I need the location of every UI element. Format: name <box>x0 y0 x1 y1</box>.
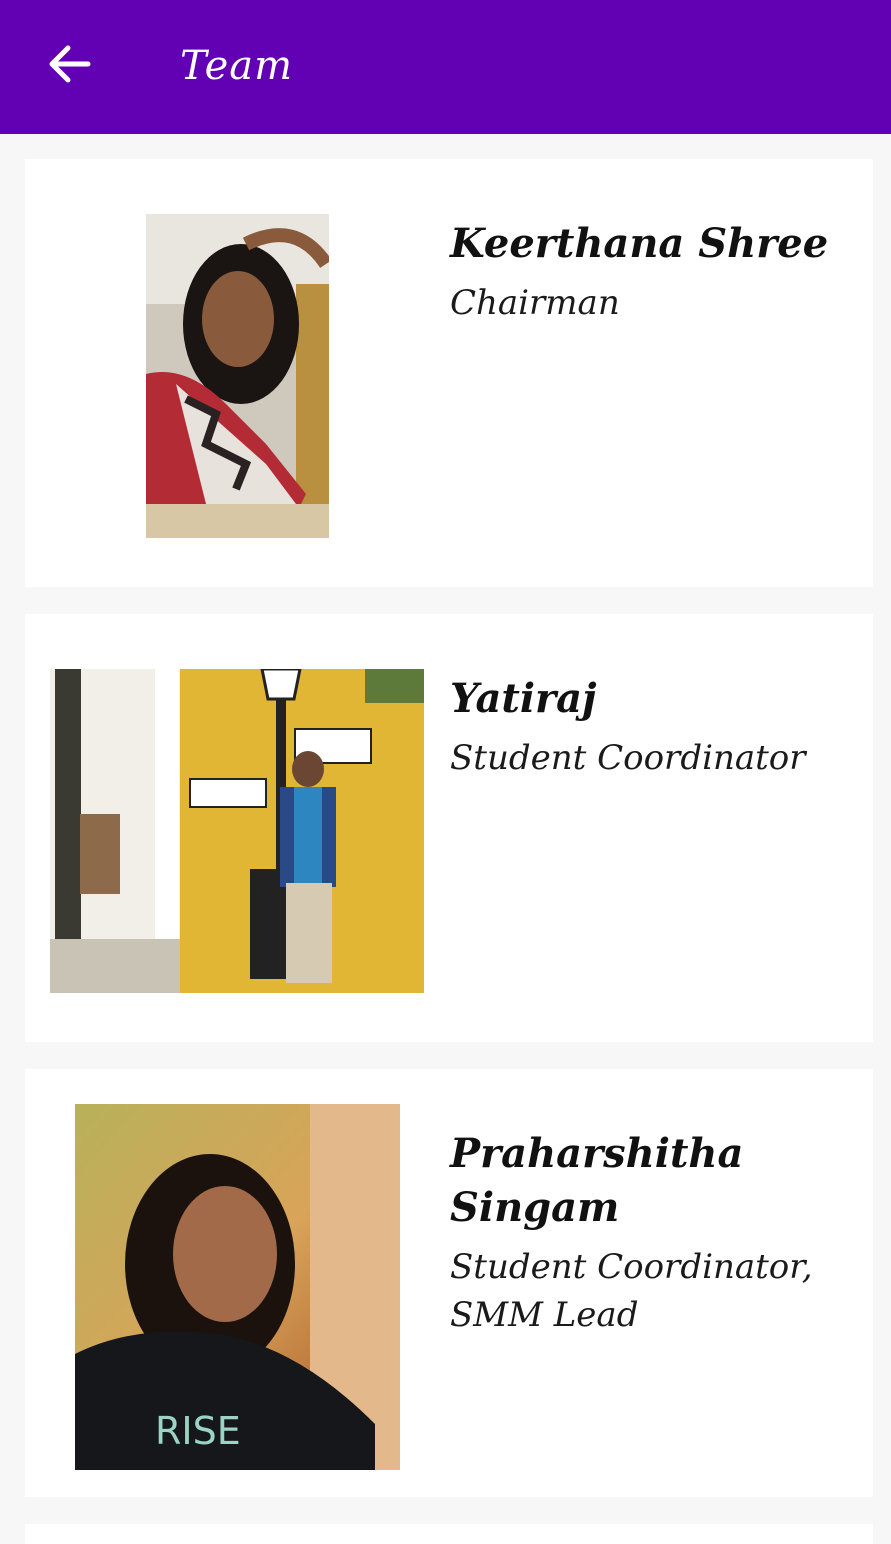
team-member-card[interactable]: Yatiraj Student Coordinator <box>25 614 873 1042</box>
svg-text:RISE: RISE <box>155 1409 241 1453</box>
person-photo <box>146 214 329 538</box>
page-title: Team <box>180 43 294 89</box>
team-member-card[interactable]: Keerthana Shree Chairman <box>25 159 873 587</box>
team-member-card[interactable] <box>25 1524 873 1544</box>
person-photo <box>50 669 424 993</box>
member-info: Praharshitha Singam Student Coordinator,… <box>450 1127 840 1339</box>
member-name: Keerthana Shree <box>450 220 829 267</box>
arrow-left-icon <box>49 45 91 83</box>
person-photo-image <box>146 214 329 538</box>
person-photo-image <box>50 669 424 993</box>
back-button[interactable] <box>36 30 104 98</box>
team-member-card[interactable]: RISE Praharshitha Singam Student Coordin… <box>25 1069 873 1497</box>
person-photo-image: RISE <box>75 1104 400 1470</box>
member-role: Student Coordinator, SMM Lead <box>450 1247 813 1335</box>
member-role: Student Coordinator <box>450 738 806 778</box>
member-role: Chairman <box>450 283 620 323</box>
member-name: Yatiraj <box>450 675 597 722</box>
person-photo: RISE <box>75 1104 400 1470</box>
member-info: Keerthana Shree Chairman <box>450 217 840 327</box>
member-info: Yatiraj Student Coordinator <box>450 672 840 782</box>
app-bar: Team <box>0 0 891 134</box>
member-name: Praharshitha Singam <box>450 1130 744 1231</box>
